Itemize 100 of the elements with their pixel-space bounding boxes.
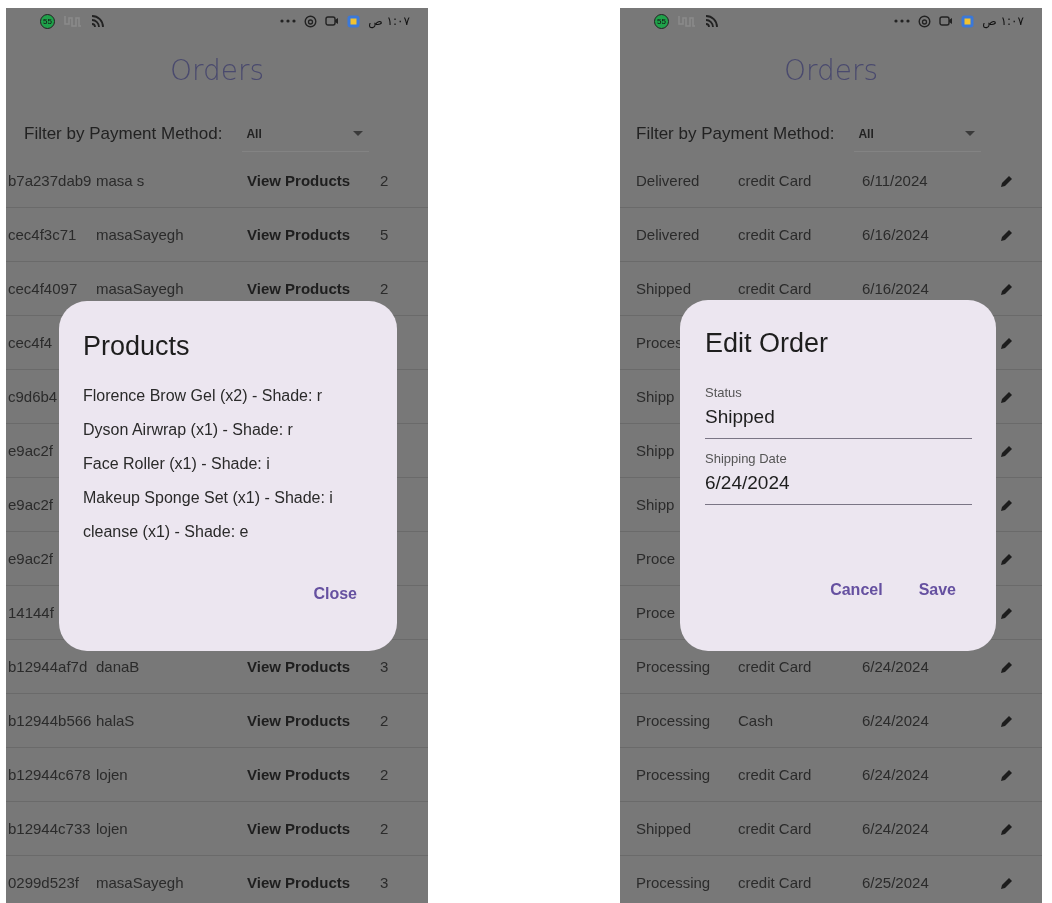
table-cell: 6/25/2024	[862, 874, 929, 891]
edit-pencil-icon[interactable]	[1000, 389, 1014, 404]
table-cell: Processing	[636, 874, 711, 891]
payment-dropdown[interactable]: All	[854, 116, 982, 152]
edit-pencil-icon[interactable]	[1000, 713, 1014, 728]
input-field[interactable]: Shipping Date 6/24/2024	[705, 443, 972, 505]
edit-pencil-icon[interactable]	[1000, 821, 1014, 836]
table-cell: credit Card	[738, 820, 812, 837]
signal-icon	[705, 14, 721, 28]
table-cell: c9d6b4	[8, 388, 58, 405]
table-cell: b7a237dab9	[8, 172, 92, 189]
table-cell: 6/24/2024	[862, 820, 929, 837]
table-cell: 3	[380, 874, 389, 891]
table-cell: 6/16/2024	[862, 280, 929, 297]
table-cell: masaSayegh	[96, 226, 184, 243]
table-cell: 5	[380, 226, 389, 243]
edit-pencil-icon[interactable]	[1000, 335, 1014, 350]
table-cell: 2	[380, 712, 389, 729]
table-cell: 14144f	[8, 604, 54, 621]
table-cell: Processing	[636, 766, 711, 783]
table-cell: e9ac2f	[8, 550, 54, 567]
view-products-link[interactable]: View Products	[247, 658, 351, 675]
table-cell: credit Card	[738, 226, 812, 243]
status-time: ١:٠٧ ص	[982, 14, 1024, 28]
table-cell: b12944c733	[8, 820, 91, 837]
table-cell: halaS	[96, 712, 135, 729]
edit-pencil-icon[interactable]	[1000, 659, 1014, 674]
table-cell: e9ac2f	[8, 442, 54, 459]
product-line: cleanse (x1) - Shade: e	[83, 522, 250, 542]
dropdown-arrow-icon	[353, 130, 364, 137]
table-cell: 2	[380, 766, 389, 783]
table-cell: lojen	[96, 766, 128, 783]
table-cell: 2	[380, 280, 389, 297]
table-cell: Proce	[636, 550, 676, 567]
product-line: Florence Brow Gel (x2) - Shade: r	[83, 386, 324, 406]
table-cell: 6/24/2024	[862, 658, 929, 675]
dropdown-arrow-icon	[965, 130, 976, 137]
edit-pencil-icon[interactable]	[1000, 281, 1014, 296]
input-field[interactable]: Status Shipped	[705, 377, 972, 439]
table-cell: 2	[380, 172, 389, 189]
product-line: Makeup Sponge Set (x1) - Shade: i	[83, 488, 334, 508]
signal-icon	[91, 14, 107, 28]
table-cell: danaB	[96, 658, 140, 675]
view-products-link[interactable]: View Products	[247, 280, 351, 297]
table-cell: credit Card	[738, 874, 812, 891]
table-cell: 6/11/2024	[862, 172, 928, 189]
app-icon	[347, 14, 361, 28]
table-cell: b12944c678	[8, 766, 91, 783]
dialog-title: Edit Order	[705, 328, 830, 359]
edit-pencil-icon[interactable]	[1000, 605, 1014, 620]
table-cell: 2	[380, 820, 389, 837]
product-line: Face Roller (x1) - Shade: i	[83, 454, 271, 474]
table-cell: Shipp	[636, 442, 675, 459]
view-products-link[interactable]: View Products	[247, 874, 351, 891]
table-cell: lojen	[96, 820, 128, 837]
table-cell: b12944af7d	[8, 658, 88, 675]
view-products-link[interactable]: View Products	[247, 766, 351, 783]
table-cell: credit Card	[738, 172, 812, 189]
edit-pencil-icon[interactable]	[1000, 443, 1014, 458]
payment-dropdown[interactable]: All	[242, 116, 370, 152]
filter-label: Filter by Payment Method:	[24, 124, 223, 144]
status-time: ١:٠٧ ص	[368, 14, 410, 28]
table-cell: 6/24/2024	[862, 712, 929, 729]
table-cell: 3	[380, 658, 389, 675]
table-cell: credit Card	[738, 766, 812, 783]
table-cell: Shipp	[636, 388, 675, 405]
table-cell: 6/16/2024	[862, 226, 929, 243]
table-cell: credit Card	[738, 658, 812, 675]
table-cell: Processing	[636, 712, 711, 729]
table-cell: Cash	[738, 712, 774, 729]
table-cell: 0299d523f	[8, 874, 79, 891]
table-cell: Shipp	[636, 496, 675, 513]
status-badge: 55	[40, 13, 55, 29]
table-cell: Proce	[636, 604, 676, 621]
edit-pencil-icon[interactable]	[1000, 497, 1014, 512]
app-icon	[961, 14, 975, 28]
edit-pencil-icon[interactable]	[1000, 551, 1014, 566]
table-cell: Shipped	[636, 820, 692, 837]
dialog-action-button[interactable]: Close	[297, 579, 373, 609]
view-products-link[interactable]: View Products	[247, 172, 351, 189]
edit-pencil-icon[interactable]	[1000, 875, 1014, 890]
table-cell: Processing	[636, 658, 711, 675]
table-cell: Shipped	[636, 280, 692, 297]
table-cell: credit Card	[738, 280, 812, 297]
edit-pencil-icon[interactable]	[1000, 767, 1014, 782]
edit-pencil-icon[interactable]	[1000, 227, 1014, 242]
dialog-action-button[interactable]: Save	[902, 575, 972, 605]
camera-icon	[939, 15, 954, 27]
view-products-link[interactable]: View Products	[247, 712, 351, 729]
table-cell: cec4f4	[8, 334, 53, 351]
more-icon	[894, 18, 911, 24]
table-cell: masaSayegh	[96, 280, 184, 297]
status-badge: 55	[654, 13, 669, 29]
view-products-link[interactable]: View Products	[247, 820, 351, 837]
view-products-link[interactable]: View Products	[247, 226, 351, 243]
table-cell: masaSayegh	[96, 874, 184, 891]
filter-label: Filter by Payment Method:	[636, 124, 835, 144]
table-cell: b12944b566	[8, 712, 92, 729]
edit-pencil-icon[interactable]	[1000, 173, 1014, 188]
dialog-action-button[interactable]: Cancel	[814, 575, 899, 605]
